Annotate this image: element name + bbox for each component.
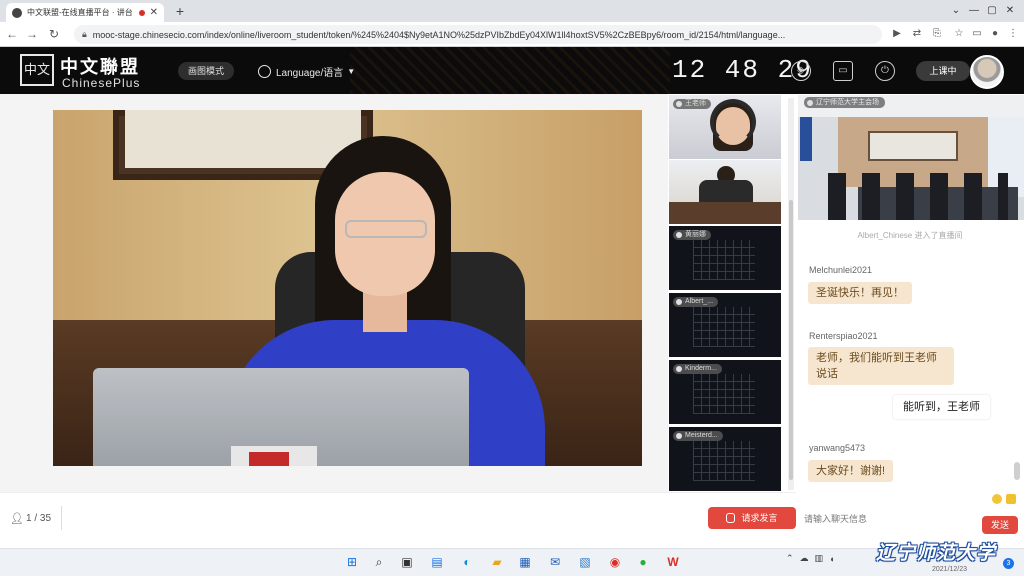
mode-button[interactable]: 画图模式 bbox=[178, 62, 234, 80]
send-button[interactable]: 发送 bbox=[982, 516, 1018, 534]
search-icon[interactable]: ⌕ bbox=[370, 553, 388, 571]
tab-title: 中文联盟-在线直播平台 · 讲台 bbox=[27, 8, 133, 17]
notification-badge[interactable]: 3 bbox=[1003, 558, 1014, 569]
chrome-icon[interactable]: ◉ bbox=[606, 553, 624, 571]
chat-message: 圣诞快乐！再见！ bbox=[808, 282, 912, 304]
language-selector[interactable]: Language/语言 ▼ bbox=[258, 63, 355, 79]
forward-arrow-icon[interactable]: → bbox=[24, 26, 40, 42]
video-tile-teacher[interactable]: 王老师 bbox=[669, 95, 781, 159]
tile-label: Meisterd... bbox=[673, 431, 723, 441]
translate-icon[interactable]: ⇄ bbox=[910, 27, 924, 41]
avatar[interactable] bbox=[970, 55, 1004, 89]
classroom-video[interactable]: 辽宁师范大学主会场 bbox=[798, 95, 1024, 220]
recording-indicator-icon bbox=[138, 9, 145, 16]
video-tile-student[interactable]: Albert_... bbox=[669, 293, 781, 357]
chat-username: yanwang5473 bbox=[809, 443, 866, 453]
logo-seal-icon: 中文 bbox=[20, 54, 54, 86]
tile-label: Kinderm... bbox=[673, 364, 722, 374]
request-speak-button[interactable]: 请求发言 bbox=[708, 507, 796, 529]
users-icon[interactable]: 👤︎ bbox=[10, 512, 24, 525]
tile-label: Albert_... bbox=[673, 297, 719, 307]
lock-icon: 🔒︎ bbox=[82, 29, 87, 39]
os-taskbar bbox=[0, 548, 1024, 576]
browser-tab[interactable]: 中文联盟-在线直播平台 · 讲台 ✕ bbox=[6, 3, 164, 22]
bookmark-star-icon[interactable]: ☆ bbox=[952, 27, 966, 41]
close-window-button[interactable]: ✕ bbox=[1002, 3, 1018, 19]
chevron-up-icon[interactable]: ⌃ bbox=[786, 553, 794, 564]
class-status-button[interactable]: 上课中 bbox=[916, 61, 970, 81]
new-tab-button[interactable]: + bbox=[172, 3, 188, 19]
profile-icon[interactable]: ● bbox=[988, 27, 1002, 41]
teacher-main-video[interactable] bbox=[53, 110, 642, 466]
chevron-down-icon: ▼ bbox=[347, 66, 356, 76]
divider bbox=[61, 506, 62, 530]
globe-icon bbox=[258, 64, 271, 78]
system-tray: ⌃ ☁ ▥ ◖ bbox=[786, 553, 835, 564]
minimize-button[interactable]: — bbox=[966, 3, 982, 19]
video-tile-student[interactable]: Meisterd... bbox=[669, 427, 781, 491]
emoji-icon[interactable] bbox=[992, 494, 1002, 504]
url-text: mooc-stage.chinesecio.com/index/online/l… bbox=[92, 29, 786, 40]
network-icon[interactable]: ▥ bbox=[815, 553, 824, 564]
video-scrollbar-thumb[interactable] bbox=[789, 200, 793, 480]
file-explorer-icon[interactable]: ▰ bbox=[488, 553, 506, 571]
image-icon[interactable] bbox=[1006, 494, 1016, 504]
screen-share-icon[interactable]: ▭ bbox=[833, 61, 853, 81]
taskbar-date: 2021/12/23 bbox=[932, 566, 968, 573]
hand-icon bbox=[726, 513, 736, 523]
reload-icon[interactable]: ↻ bbox=[46, 26, 62, 42]
chat-username: Renterspiao2021 bbox=[809, 331, 878, 341]
tile-label: 辽宁师范大学主会场 bbox=[804, 97, 885, 108]
watermark: 辽宁师范大学 bbox=[876, 543, 997, 564]
video-tile-student[interactable]: Kinderm... bbox=[669, 360, 781, 424]
maximize-button[interactable]: ▢ bbox=[984, 3, 1000, 19]
mail-icon[interactable]: ✉ bbox=[546, 553, 564, 571]
chat-message: 大家好！谢谢! bbox=[808, 460, 894, 482]
back-arrow-icon[interactable]: ← bbox=[4, 26, 20, 42]
wechat-icon[interactable]: ● bbox=[634, 553, 652, 571]
user-count: 1 / 35 bbox=[26, 513, 52, 524]
sidebar-panel-icon[interactable]: ▭ bbox=[970, 27, 984, 41]
compass-icon[interactable]: ◈ bbox=[791, 61, 811, 81]
request-speak-label: 请求发言 bbox=[741, 513, 778, 523]
chat-message-self: 能听到，王老师 bbox=[893, 395, 990, 419]
windows-start-icon[interactable]: ⊞ bbox=[343, 553, 361, 571]
share-icon[interactable]: ⎘ bbox=[930, 27, 944, 41]
app-header: 中文 中文聯盟 ChinesePlus bbox=[0, 47, 1024, 94]
chat-scrollbar[interactable] bbox=[1014, 462, 1020, 480]
video-tile-student[interactable]: 黄丽娜 bbox=[669, 226, 781, 290]
app-icon[interactable]: ▧ bbox=[576, 553, 594, 571]
tile-label: 王老师 bbox=[673, 99, 711, 109]
system-message: Albert_Chinese 进入了直播间 bbox=[857, 231, 963, 240]
header-pattern bbox=[350, 47, 670, 94]
wps-icon[interactable]: W bbox=[664, 553, 682, 571]
chat-username: Melchunlei2021 bbox=[809, 265, 873, 275]
chevron-down-icon[interactable]: ⌄ bbox=[948, 3, 964, 19]
edge-icon[interactable]: ◐ bbox=[458, 553, 476, 571]
store-icon[interactable]: ▦ bbox=[516, 553, 534, 571]
tab-close-icon[interactable]: ✕ bbox=[150, 7, 158, 18]
site-favicon-icon bbox=[12, 7, 22, 18]
cast-icon[interactable]: ▶ bbox=[890, 27, 904, 41]
power-icon[interactable]: ⏻ bbox=[875, 61, 895, 81]
task-view-icon[interactable]: ▣ bbox=[398, 553, 416, 571]
volume-icon[interactable]: ◖ bbox=[829, 554, 834, 564]
bottom-bar bbox=[0, 492, 796, 548]
language-label: Language/语言 bbox=[276, 67, 344, 79]
tile-label: 黄丽娜 bbox=[673, 230, 711, 240]
chat-message: 老师，我们能听到王老师说话 bbox=[808, 347, 954, 385]
chat-tools bbox=[992, 494, 1016, 504]
cloud-icon[interactable]: ☁ bbox=[800, 553, 809, 564]
widgets-icon[interactable]: ▤ bbox=[428, 553, 446, 571]
url-field[interactable]: 🔒︎ mooc-stage.chinesecio.com/index/onlin… bbox=[74, 25, 882, 44]
logo-english: ChinesePlus bbox=[62, 76, 141, 90]
video-tile-host[interactable] bbox=[669, 160, 781, 224]
chat-input[interactable] bbox=[800, 508, 974, 530]
more-menu-icon[interactable]: ⋮ bbox=[1006, 27, 1020, 41]
